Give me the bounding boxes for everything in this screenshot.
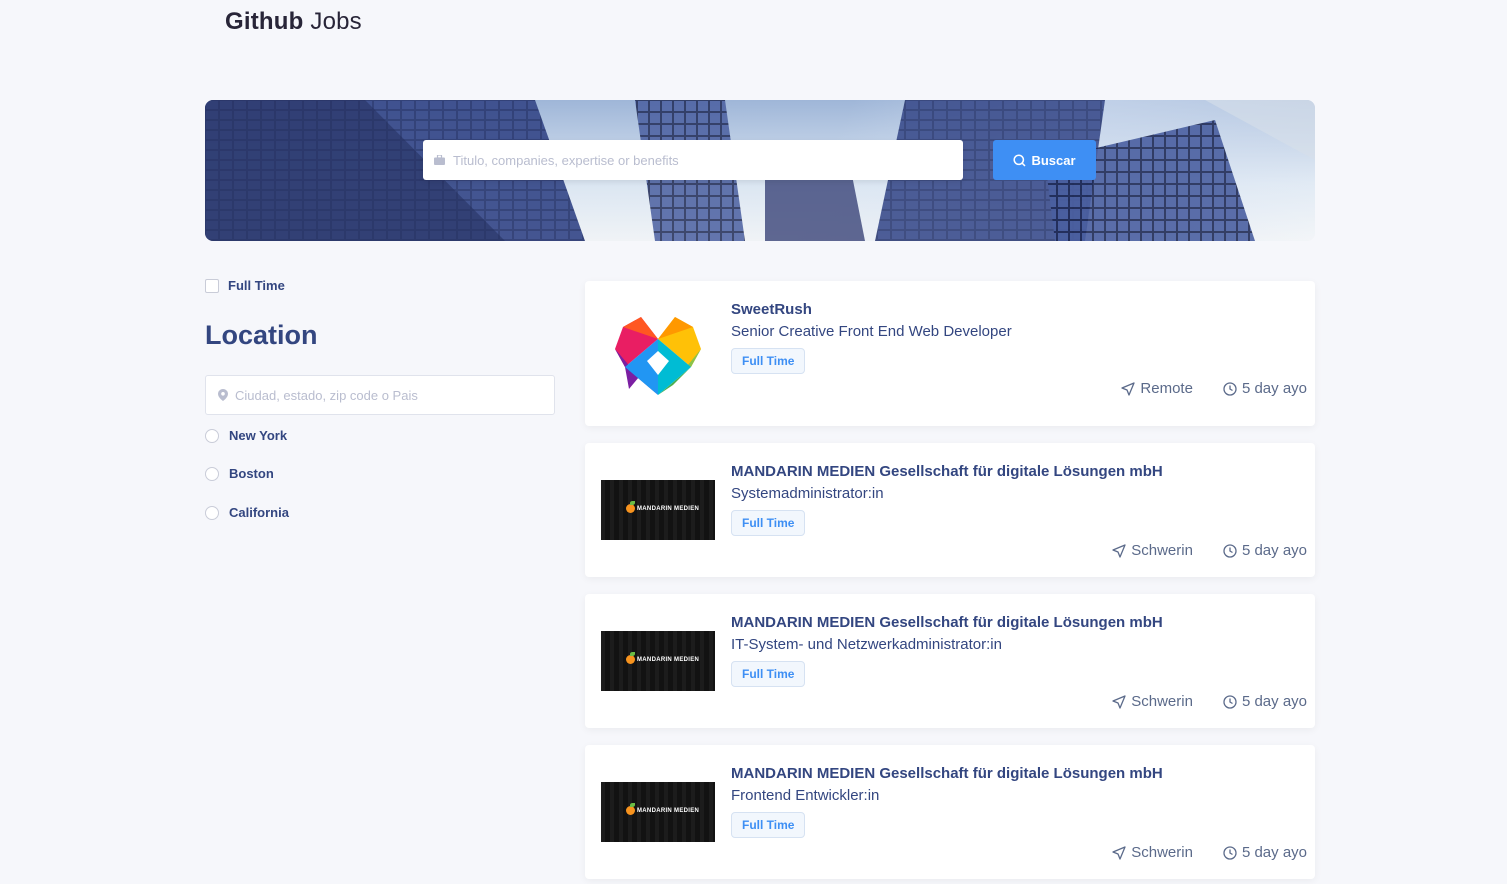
job-posted: 5 day ayo bbox=[1223, 693, 1307, 710]
job-meta: Schwerin 5 day ayo bbox=[1112, 844, 1307, 861]
mandarin-medien-logo: MANDARIN MEDIEN bbox=[601, 782, 715, 842]
navigation-arrow-icon bbox=[1112, 543, 1126, 558]
job-search-input[interactable] bbox=[453, 152, 933, 168]
company-logo: MANDARIN MEDIEN bbox=[601, 782, 715, 842]
brand-bold: Github bbox=[225, 8, 304, 35]
mandarin-medien-logo: MANDARIN MEDIEN bbox=[601, 480, 715, 540]
brand-light: Jobs bbox=[310, 8, 362, 35]
company-name[interactable]: MANDARIN MEDIEN Gesellschaft für digital… bbox=[731, 463, 1163, 480]
app-title: Github Jobs bbox=[225, 8, 362, 36]
clock-icon bbox=[1223, 381, 1237, 396]
job-posted: 5 day ayo bbox=[1223, 542, 1307, 559]
job-meta: Schwerin 5 day ayo bbox=[1112, 542, 1307, 559]
search-button-label: Buscar bbox=[1031, 152, 1076, 168]
job-posted: 5 day ayo bbox=[1223, 380, 1307, 397]
radio-button[interactable] bbox=[205, 466, 219, 481]
job-posted-label: 5 day ayo bbox=[1241, 844, 1307, 861]
company-name[interactable]: MANDARIN MEDIEN Gesellschaft für digital… bbox=[731, 614, 1163, 631]
location-option-label: Boston bbox=[229, 466, 274, 481]
job-title[interactable]: IT-System- und Netzwerkadministrator:in bbox=[731, 636, 1002, 653]
job-type-badge: Full Time bbox=[731, 510, 806, 536]
job-posted: 5 day ayo bbox=[1223, 844, 1307, 861]
job-type-badge: Full Time bbox=[731, 661, 806, 687]
briefcase-icon bbox=[434, 155, 445, 165]
search-button[interactable]: Buscar bbox=[993, 140, 1096, 180]
job-type-badge: Full Time bbox=[731, 348, 806, 374]
company-logo: MANDARIN MEDIEN bbox=[601, 631, 715, 691]
location-input[interactable] bbox=[235, 387, 535, 403]
location-option-label: California bbox=[229, 505, 289, 520]
company-logo bbox=[601, 297, 715, 411]
company-name[interactable]: MANDARIN MEDIEN Gesellschaft für digital… bbox=[731, 765, 1163, 782]
job-location-label: Schwerin bbox=[1131, 693, 1193, 710]
clock-icon bbox=[1223, 543, 1237, 558]
company-name[interactable]: SweetRush bbox=[731, 301, 812, 318]
company-logo: MANDARIN MEDIEN bbox=[601, 480, 715, 540]
full-time-filter[interactable]: Full Time bbox=[205, 278, 285, 293]
job-title[interactable]: Senior Creative Front End Web Developer bbox=[731, 323, 1012, 340]
job-meta: Schwerin 5 day ayo bbox=[1112, 693, 1307, 710]
job-search-field[interactable] bbox=[423, 140, 963, 180]
job-location-label: Remote bbox=[1140, 380, 1193, 397]
navigation-arrow-icon bbox=[1112, 694, 1126, 709]
location-field[interactable] bbox=[205, 375, 555, 415]
job-card[interactable]: MANDARIN MEDIEN MANDARIN MEDIEN Gesellsc… bbox=[585, 745, 1315, 879]
radio-button[interactable] bbox=[205, 505, 219, 520]
clock-icon bbox=[1223, 694, 1237, 709]
navigation-arrow-icon bbox=[1112, 845, 1126, 860]
location-option-california[interactable]: California bbox=[205, 505, 289, 520]
job-title[interactable]: Frontend Entwickler:in bbox=[731, 787, 879, 804]
clock-icon bbox=[1223, 845, 1237, 860]
full-time-checkbox[interactable] bbox=[205, 278, 219, 293]
job-card[interactable]: MANDARIN MEDIEN MANDARIN MEDIEN Gesellsc… bbox=[585, 443, 1315, 577]
location-option-boston[interactable]: Boston bbox=[205, 466, 274, 481]
job-title[interactable]: Systemadministrator:in bbox=[731, 485, 884, 502]
job-meta: Remote 5 day ayo bbox=[1121, 380, 1307, 397]
radio-button[interactable] bbox=[205, 428, 219, 443]
job-card[interactable]: SweetRush Senior Creative Front End Web … bbox=[585, 281, 1315, 426]
job-posted-label: 5 day ayo bbox=[1241, 380, 1307, 397]
job-location: Schwerin bbox=[1112, 844, 1193, 861]
job-type-badge: Full Time bbox=[731, 812, 806, 838]
mandarin-medien-logo: MANDARIN MEDIEN bbox=[601, 631, 715, 691]
job-posted-label: 5 day ayo bbox=[1241, 693, 1307, 710]
full-time-label: Full Time bbox=[228, 278, 285, 293]
search-icon bbox=[1013, 153, 1026, 167]
location-pin-icon bbox=[218, 389, 228, 401]
job-location-label: Schwerin bbox=[1131, 542, 1193, 559]
job-location: Schwerin bbox=[1112, 693, 1193, 710]
job-posted-label: 5 day ayo bbox=[1241, 542, 1307, 559]
job-location: Remote bbox=[1121, 380, 1193, 397]
sweetrush-heart-logo bbox=[615, 317, 701, 395]
job-card[interactable]: MANDARIN MEDIEN MANDARIN MEDIEN Gesellsc… bbox=[585, 594, 1315, 728]
job-location-label: Schwerin bbox=[1131, 844, 1193, 861]
navigation-arrow-icon bbox=[1121, 381, 1136, 396]
location-heading: Location bbox=[205, 320, 318, 350]
job-location: Schwerin bbox=[1112, 542, 1193, 559]
location-option-label: New York bbox=[229, 428, 288, 443]
location-option-new-york[interactable]: New York bbox=[205, 428, 287, 443]
